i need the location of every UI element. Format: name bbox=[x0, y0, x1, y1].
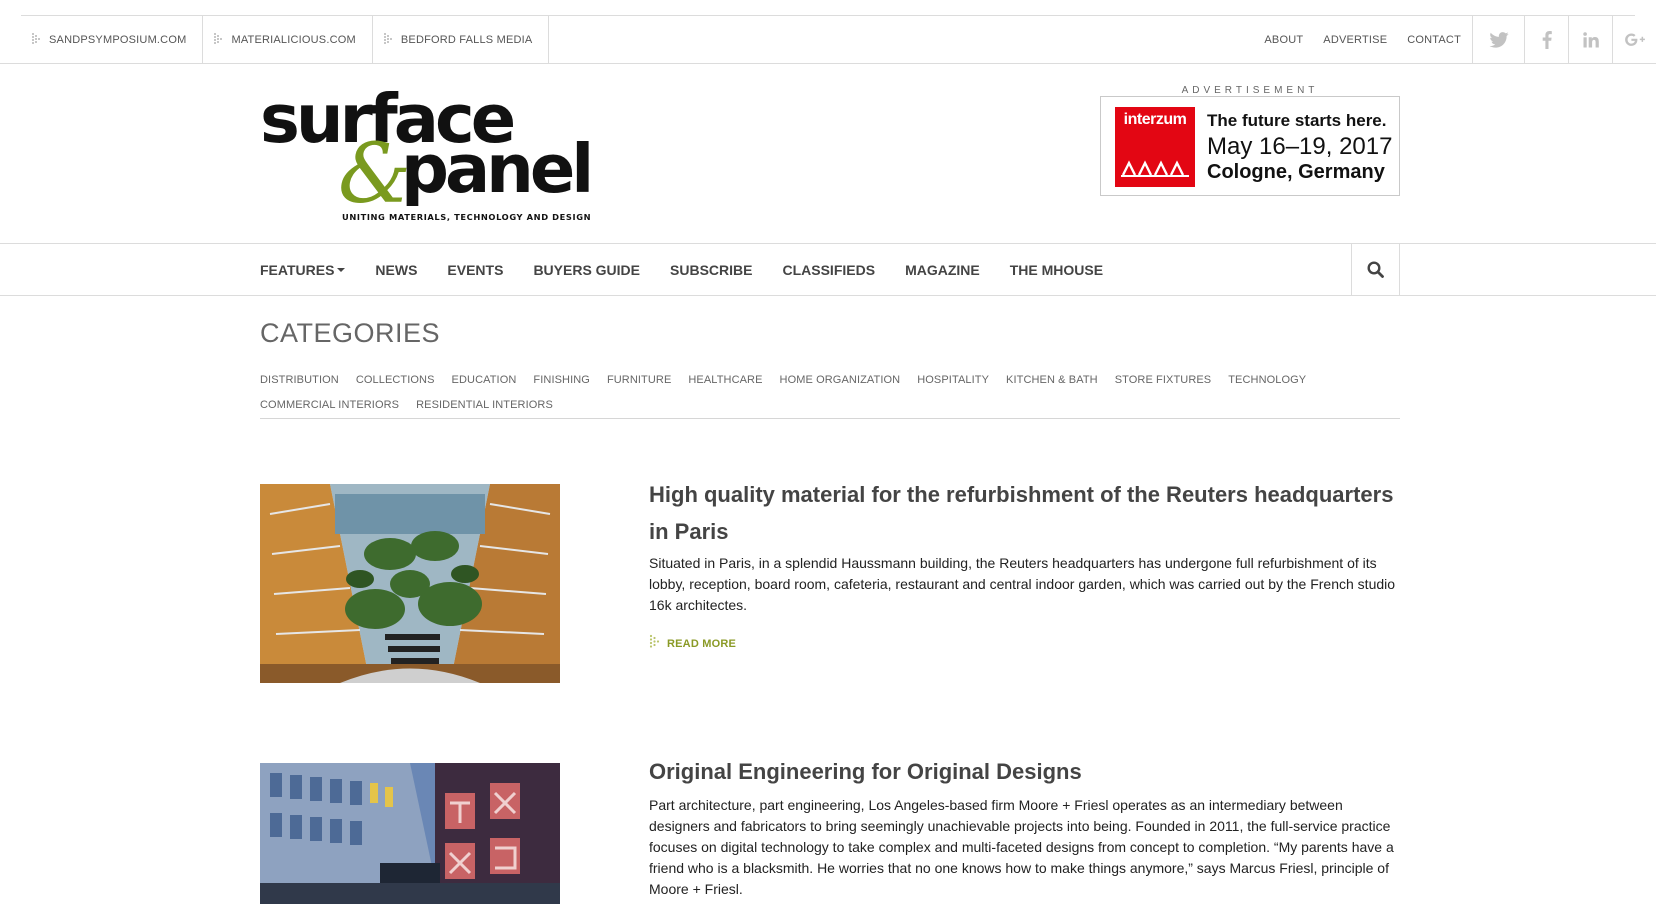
nav-item-the-mhouse[interactable]: THE MHOUSE bbox=[1010, 262, 1103, 278]
read-more-link[interactable]: READ MORE bbox=[649, 634, 736, 653]
search-icon bbox=[1367, 261, 1384, 278]
main-nav: FEATURES NEWS EVENTS BUYERS GUIDE SUBSCR… bbox=[0, 243, 1656, 296]
nav-item-buyers-guide[interactable]: BUYERS GUIDE bbox=[533, 262, 640, 278]
advertisement-label: ADVERTISEMENT bbox=[1181, 85, 1319, 96]
advertisement-banner[interactable]: interzum The future starts here. May 16–… bbox=[1100, 96, 1400, 196]
article-title[interactable]: Original Engineering for Original Design… bbox=[649, 753, 1400, 790]
nav-items: FEATURES NEWS EVENTS BUYERS GUIDE SUBSCR… bbox=[260, 244, 1133, 295]
nav-item-classifieds[interactable]: CLASSIFIEDS bbox=[782, 262, 875, 278]
dots-arrow-icon bbox=[649, 634, 661, 653]
logo-word-panel: panel bbox=[401, 130, 590, 208]
article-thumbnail[interactable] bbox=[260, 763, 560, 904]
site-label: SANDPSYMPOSIUM.COM bbox=[49, 34, 187, 46]
article-title[interactable]: High quality material for the refurbishm… bbox=[649, 476, 1400, 550]
site-link-materialicious[interactable]: MATERIALICIOUS.COM bbox=[203, 16, 373, 64]
category-link[interactable]: HOME ORGANIZATION bbox=[780, 371, 901, 396]
category-link[interactable]: COLLECTIONS bbox=[356, 371, 435, 396]
categories-divider bbox=[260, 418, 1400, 419]
category-link[interactable]: KITCHEN & BATH bbox=[1006, 371, 1098, 396]
category-link[interactable]: HEALTHCARE bbox=[688, 371, 762, 396]
category-link[interactable]: HOSPITALITY bbox=[917, 371, 989, 396]
nav-item-news[interactable]: NEWS bbox=[375, 262, 417, 278]
logo-tagline: UNITING MATERIALS, TECHNOLOGY AND DESIGN bbox=[342, 212, 591, 222]
network-sites: SANDPSYMPOSIUM.COM MATERIALICIOUS.COM BE… bbox=[21, 16, 550, 64]
dots-arrow-icon bbox=[383, 32, 393, 49]
category-list: DISTRIBUTION COLLECTIONS EDUCATION FINIS… bbox=[260, 371, 1400, 421]
advertise-link[interactable]: ADVERTISE bbox=[1323, 34, 1387, 46]
site-link-bedford-falls-media[interactable]: BEDFORD FALLS MEDIA bbox=[373, 16, 550, 64]
facebook-icon[interactable] bbox=[1524, 16, 1568, 64]
caret-down-icon bbox=[337, 267, 346, 272]
interzum-pattern-icon bbox=[1121, 160, 1189, 177]
nav-item-subscribe[interactable]: SUBSCRIBE bbox=[670, 262, 752, 278]
category-link[interactable]: EDUCATION bbox=[452, 371, 517, 396]
top-bar: SANDPSYMPOSIUM.COM MATERIALICIOUS.COM BE… bbox=[0, 0, 1656, 64]
nav-label: FEATURES bbox=[260, 261, 335, 278]
ad-location: Cologne, Germany bbox=[1207, 161, 1385, 183]
utility-links: ABOUT ADVERTISE CONTACT bbox=[1264, 16, 1656, 64]
read-more-label: READ MORE bbox=[667, 637, 737, 650]
linkedin-icon[interactable] bbox=[1568, 16, 1612, 64]
nav-item-features[interactable]: FEATURES bbox=[260, 261, 346, 278]
contact-link[interactable]: CONTACT bbox=[1407, 34, 1461, 46]
nav-item-events[interactable]: EVENTS bbox=[447, 262, 503, 278]
search-button[interactable] bbox=[1351, 244, 1400, 295]
site-label: BEDFORD FALLS MEDIA bbox=[400, 34, 533, 46]
ad-dates: May 16–19, 2017 bbox=[1207, 133, 1393, 160]
dots-arrow-icon bbox=[31, 32, 41, 49]
category-link[interactable]: STORE FIXTURES bbox=[1115, 371, 1212, 396]
category-link[interactable]: TECHNOLOGY bbox=[1228, 371, 1306, 396]
nav-item-magazine[interactable]: MAGAZINE bbox=[905, 262, 980, 278]
article-thumbnail[interactable] bbox=[260, 484, 560, 683]
interzum-logo: interzum bbox=[1115, 107, 1195, 187]
ad-headline: The future starts here. bbox=[1207, 111, 1387, 130]
google-plus-icon[interactable] bbox=[1612, 16, 1656, 64]
site-link-sandpsymposium[interactable]: SANDPSYMPOSIUM.COM bbox=[21, 16, 204, 64]
category-link[interactable]: DISTRIBUTION bbox=[260, 371, 339, 396]
article-excerpt: Situated in Paris, in a splendid Haussma… bbox=[649, 555, 1396, 613]
dots-arrow-icon bbox=[213, 32, 223, 49]
categories-title: CATEGORIES bbox=[260, 318, 441, 348]
article-excerpt: Part architecture, part engineering, Los… bbox=[649, 797, 1394, 897]
category-link[interactable]: FURNITURE bbox=[607, 371, 671, 396]
ad-brand: interzum bbox=[1123, 111, 1187, 128]
category-link[interactable]: FINISHING bbox=[533, 371, 590, 396]
about-link[interactable]: ABOUT bbox=[1264, 34, 1303, 46]
site-label: MATERIALICIOUS.COM bbox=[231, 34, 356, 46]
twitter-icon[interactable] bbox=[1472, 16, 1524, 64]
site-logo[interactable]: surface & panel UNITING MATERIALS, TECHN… bbox=[260, 80, 612, 224]
